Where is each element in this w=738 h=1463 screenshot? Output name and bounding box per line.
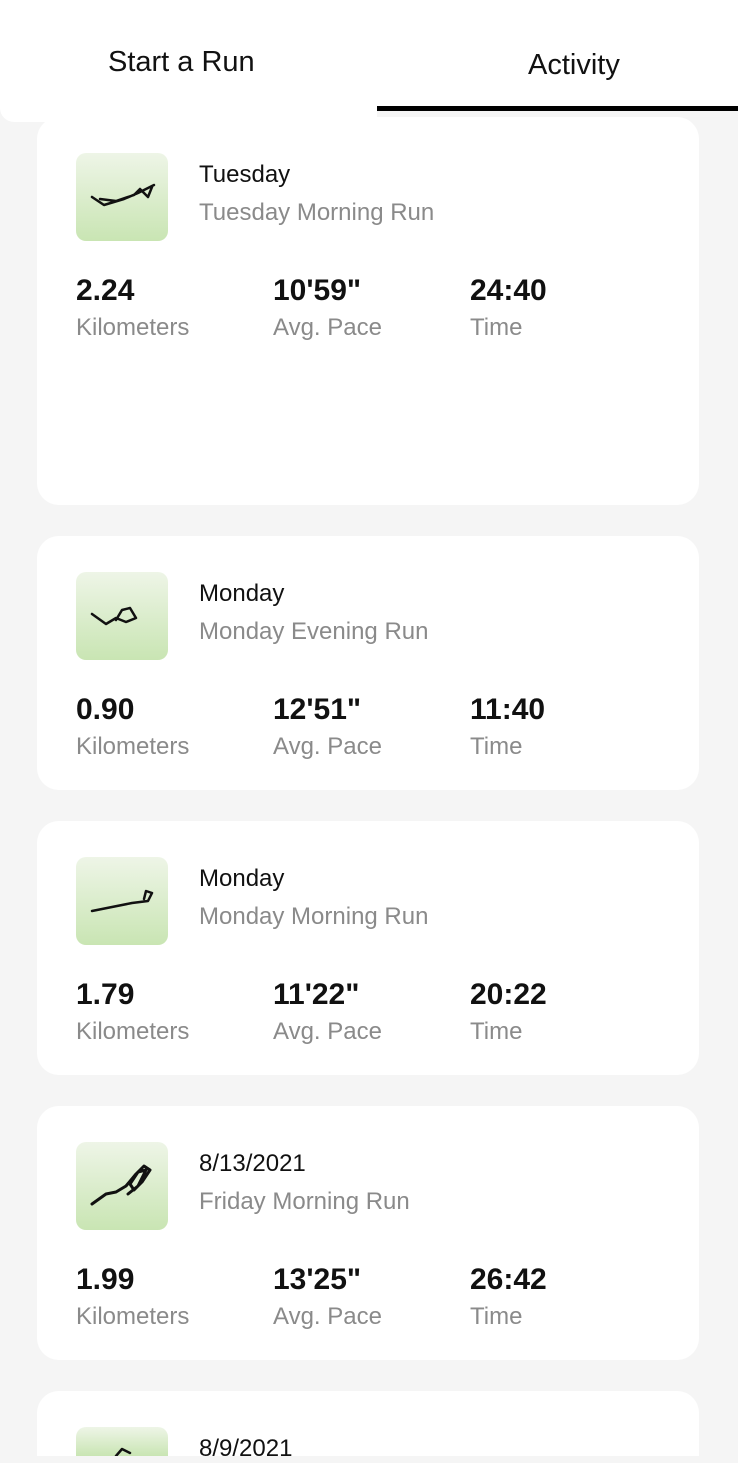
distance-value: 0.90 <box>76 693 135 726</box>
distance-label: Kilometers <box>76 733 190 760</box>
run-title: Tuesday Morning Run <box>199 199 435 226</box>
distance-label: Kilometers <box>76 1303 190 1330</box>
tab-start-run[interactable]: Start a Run <box>0 0 377 122</box>
run-day: 8/13/2021 <box>199 1150 306 1177</box>
tab-activity[interactable]: Activity <box>377 0 738 111</box>
time-value: 26:42 <box>470 1263 547 1296</box>
pace-value: 13'25" <box>273 1263 362 1296</box>
pace-label: Avg. Pace <box>273 733 382 760</box>
route-map-icon <box>76 572 168 660</box>
time-value: 11:40 <box>470 693 546 726</box>
pace-value: 10'59" <box>273 274 362 307</box>
time-label: Time <box>470 1018 523 1045</box>
distance-value: 2.24 <box>76 274 135 307</box>
distance-value: 1.79 <box>76 978 135 1011</box>
run-title: Friday Morning Run <box>199 1188 410 1215</box>
time-value: 24:40 <box>470 274 547 307</box>
run-day: Monday <box>199 865 285 892</box>
run-title: Monday Morning Run <box>199 903 429 930</box>
time-label: Time <box>470 733 523 760</box>
tab-activity-label: Activity <box>528 49 620 81</box>
route-map-icon <box>76 857 168 945</box>
run-day: Tuesday <box>199 161 291 188</box>
pace-label: Avg. Pace <box>273 1018 382 1045</box>
distance-value: 1.99 <box>76 1263 135 1296</box>
route-map-icon <box>76 153 168 241</box>
pace-label: Avg. Pace <box>273 1303 382 1330</box>
distance-label: Kilometers <box>76 1018 190 1045</box>
route-map-icon <box>76 1142 168 1230</box>
distance-label: Kilometers <box>76 314 190 341</box>
tab-start-run-label: Start a Run <box>108 46 255 78</box>
run-card[interactable]: 8/13/2021 Friday Morning Run 1.99 Kilome… <box>37 1106 699 1360</box>
tab-bar: Start a Run Activity <box>0 0 738 124</box>
time-label: Time <box>470 314 523 341</box>
run-day: 8/9/2021 <box>199 1435 293 1462</box>
run-day: Monday <box>199 580 285 607</box>
run-card[interactable]: Tuesday Tuesday Morning Run 2.24 Kilomet… <box>37 117 699 505</box>
time-value: 20:22 <box>470 978 547 1011</box>
pace-label: Avg. Pace <box>273 314 382 341</box>
time-label: Time <box>470 1303 523 1330</box>
run-title: Monday Evening Run <box>199 618 429 645</box>
run-card[interactable]: Monday Monday Morning Run 1.79 Kilometer… <box>37 821 699 1075</box>
run-card[interactable]: 8/9/2021 <box>37 1391 699 1462</box>
pace-value: 12'51" <box>273 693 362 726</box>
run-card[interactable]: Monday Monday Evening Run 0.90 Kilometer… <box>37 536 699 790</box>
pace-value: 11'22" <box>273 978 360 1011</box>
route-map-icon <box>76 1427 168 1456</box>
